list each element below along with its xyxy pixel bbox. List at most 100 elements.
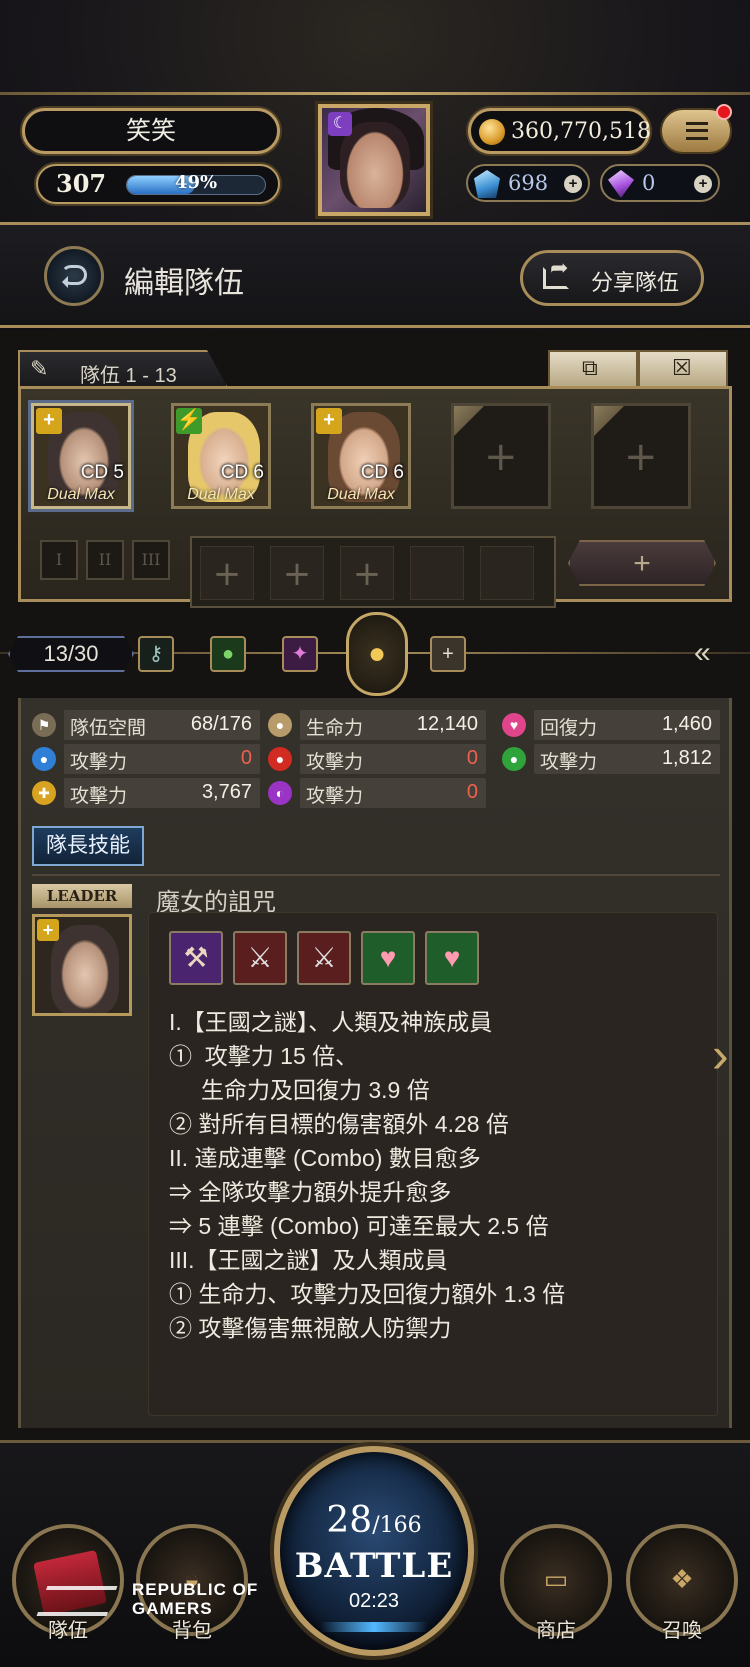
shop-sign-icon: ▭ (543, 1564, 569, 1594)
exp-percent: 49% (174, 172, 218, 193)
mini-slot-1[interactable]: I (40, 540, 78, 580)
mini-slot-label: II (98, 550, 112, 569)
diamond-pill[interactable]: 698 + (466, 164, 590, 202)
heart-plus-icon: ♥ (425, 931, 479, 985)
stat-box: 攻擊力 1,812 (534, 744, 720, 774)
battle-glow (320, 1622, 428, 1632)
key-filter-icon[interactable]: ⚷ (138, 636, 174, 672)
card-count-pill: 13/30 (8, 636, 134, 672)
attack-up-icon: ⚔ (233, 931, 287, 985)
mini-slot-3[interactable]: III (132, 540, 170, 580)
support-slot-5[interactable] (480, 546, 534, 600)
moon-icon: ☾ (328, 112, 352, 136)
stat-box: 攻擊力 3,767 (64, 778, 260, 808)
add-card-icon: + (484, 434, 518, 480)
skill-line-1: I.【王國之謎】、人類及神族成員 (169, 1009, 493, 1035)
skill-line-6: ⇒ 全隊攻擊力額外提升愈多 (169, 1179, 452, 1205)
team-tab[interactable]: ✎ 隊伍 1 - 13 (18, 350, 228, 388)
stat-box: 攻擊力 0 (300, 778, 486, 808)
clear-team-button[interactable]: ☒ (638, 350, 728, 388)
stat-label: 攻擊力 (70, 752, 128, 773)
add-support-button[interactable]: + (568, 540, 716, 586)
summon-card-icon: ❖ (670, 1564, 694, 1594)
wood-attribute-icon: ⚡ (176, 408, 202, 434)
dark-icon: ◐ (268, 781, 292, 805)
add-icon: + (212, 554, 242, 594)
mini-slot-2[interactable]: II (86, 540, 124, 580)
player-avatar[interactable]: ☾ (318, 104, 430, 216)
kingdom-mystery-icon: ⚒ (169, 931, 223, 985)
leader-skill-description-box: ⚒ ⚔ ⚔ ♥ ♥ I.【王國之謎】、人類及神族成員 ① 攻擊力 15 倍、 生… (148, 912, 718, 1416)
collapse-arrows-icon[interactable]: « (694, 636, 734, 672)
skill-line-7: ⇒ 5 連擊 (Combo) 可達至最大 2.5 倍 (169, 1213, 549, 1239)
support-slot-3[interactable]: + (340, 546, 394, 600)
light-icon: ✚ (32, 781, 56, 805)
next-page-arrow-icon[interactable]: › (712, 1026, 729, 1084)
wood-filter-icon[interactable]: ● (210, 636, 246, 672)
add-filter-icon[interactable]: + (430, 636, 466, 672)
page-title: 編輯隊伍 (124, 267, 244, 300)
nav-summon-label: 召喚 (662, 1620, 702, 1642)
share-team-button[interactable]: 分享隊伍 (520, 250, 704, 306)
card-cd: CD 5 (80, 462, 124, 483)
mini-slot-label: I (55, 550, 63, 569)
add-diamond-icon[interactable]: + (564, 175, 582, 193)
level-pill: 307 49% (36, 164, 280, 204)
attack-up-icon-2: ⚔ (297, 931, 351, 985)
add-soul-icon[interactable]: + (694, 175, 712, 193)
copy-team-button[interactable]: ⧉ (548, 350, 638, 388)
notification-dot (716, 104, 732, 120)
skill-divider (32, 874, 720, 876)
support-slot-1[interactable]: + (200, 546, 254, 600)
light-attribute-icon: + (36, 408, 62, 434)
diamond-icon (474, 170, 500, 198)
brand-line-2: GAMERS (132, 1599, 213, 1618)
stat-box: 隊伍空間 68/176 (64, 710, 260, 740)
add-icon: + (633, 547, 651, 580)
share-team-label: 分享隊伍 (591, 270, 680, 295)
support-area: + + + (190, 536, 556, 608)
stat-label: 攻擊力 (306, 752, 364, 773)
wood-icon: ● (502, 747, 526, 771)
light-attribute-icon: + (37, 919, 59, 941)
leader-skill-tab[interactable]: 隊長技能 (32, 826, 144, 866)
stat-value: 0 (240, 747, 252, 769)
share-icon (543, 256, 569, 289)
stat-value: 1,460 (661, 713, 712, 735)
team-slot-3[interactable]: + CD 6 Dual Max (311, 403, 411, 509)
stat-value: 0 (466, 781, 478, 803)
player-name-pill[interactable]: 笑笑 (22, 108, 280, 154)
nav-shop-label: 商店 (536, 1620, 576, 1642)
rog-watermark: REPUBLIC OF GAMERS (36, 1578, 282, 1628)
leader-portrait[interactable]: + (32, 914, 132, 1016)
back-button[interactable] (44, 246, 104, 306)
add-card-icon: + (624, 434, 658, 480)
stat-label: 攻擊力 (70, 786, 128, 807)
coin-count: 360,770,518 (511, 119, 651, 144)
team-slot-4-empty[interactable]: + (451, 403, 551, 509)
water-icon: ● (32, 747, 56, 771)
selected-card-filter-icon[interactable]: ● (346, 612, 408, 696)
stamina-current: 28 (326, 1500, 373, 1541)
stat-box: 生命力 12,140 (300, 710, 486, 740)
stat-label: 攻擊力 (306, 786, 364, 807)
team-slot-2[interactable]: ⚡ CD 6 Dual Max (171, 403, 271, 509)
team-slot-5-empty[interactable]: + (591, 403, 691, 509)
soul-pill[interactable]: 0 + (600, 164, 720, 202)
menu-button[interactable] (660, 104, 732, 154)
soul-count: 0 (642, 171, 656, 195)
support-slot-4[interactable] (410, 546, 464, 600)
stat-label: 隊伍空間 (70, 718, 147, 739)
support-slot-2[interactable]: + (270, 546, 324, 600)
stat-box: 攻擊力 0 (64, 744, 260, 774)
battle-button[interactable]: 28/166 BATTLE 02:23 (274, 1446, 474, 1656)
skill-line-8: III.【王國之謎】及人類成員 (169, 1247, 448, 1273)
stamina-max: /166 (372, 1513, 422, 1538)
stat-value: 12,140 (416, 713, 478, 735)
leader-face (51, 925, 119, 1013)
card-cd: CD 6 (360, 462, 404, 483)
team-slot-leader[interactable]: + CD 5 Dual Max (31, 403, 131, 509)
dark-filter-icon[interactable]: ✦ (282, 636, 318, 672)
quill-icon: ✎ (30, 356, 49, 381)
top-frame-line (0, 92, 750, 95)
